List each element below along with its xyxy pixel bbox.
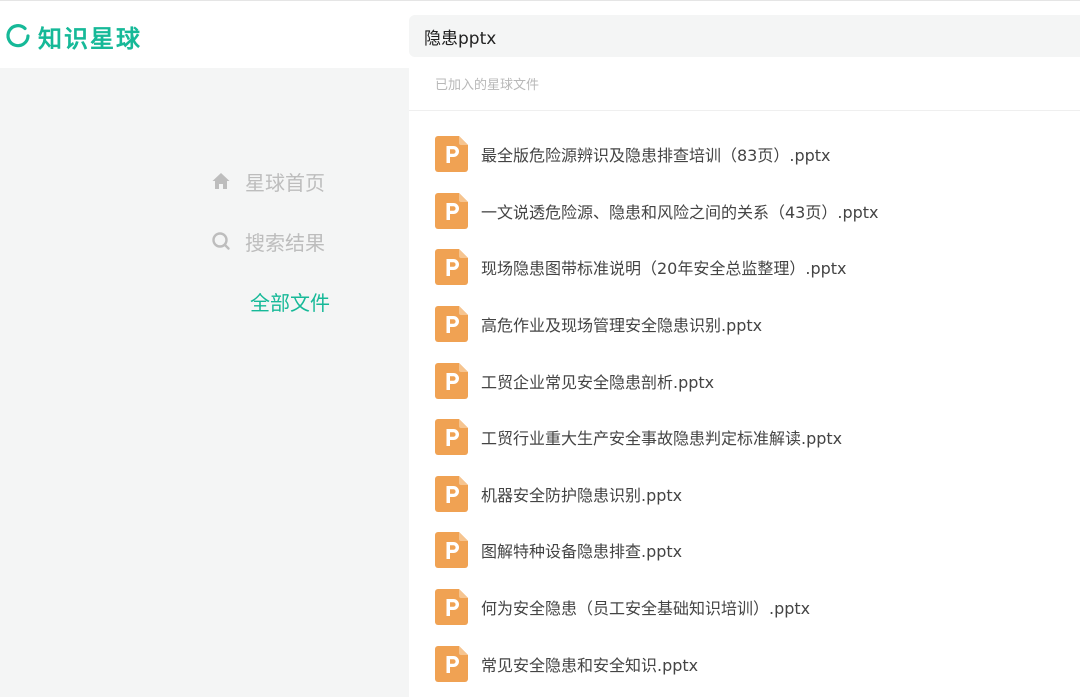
sidebar-item-search-results[interactable]: 搜索结果 bbox=[211, 226, 325, 256]
file-name: 机器安全防护隐患识别.pptx bbox=[481, 485, 683, 505]
search-icon bbox=[212, 232, 230, 250]
file-name: 工贸企业常见安全隐患剖析.pptx bbox=[481, 372, 715, 392]
pptx-file-icon bbox=[435, 419, 468, 456]
sidebar-item-home[interactable]: 星球首页 bbox=[211, 166, 325, 196]
search-query-text: 隐患pptx bbox=[424, 28, 497, 49]
pptx-file-icon bbox=[435, 249, 468, 286]
planet-ring-icon bbox=[6, 24, 30, 48]
file-list-item[interactable]: 最全版危险源辨识及隐患排查培训（83页）.pptx bbox=[409, 126, 1080, 183]
file-list-item[interactable]: 现场隐患图带标准说明（20年安全总监整理）.pptx bbox=[409, 239, 1080, 296]
file-name: 常见安全隐患和安全知识.pptx bbox=[481, 655, 699, 675]
sidebar-item-all-files[interactable]: 全部文件 bbox=[250, 286, 330, 316]
file-name: 最全版危险源辨识及隐患排查培训（83页）.pptx bbox=[481, 146, 831, 166]
file-list-item[interactable]: 机器安全防护隐患识别.pptx bbox=[409, 466, 1080, 523]
file-list-item[interactable]: 常见安全隐患和安全知识.pptx bbox=[409, 635, 1080, 692]
file-name: 工贸行业重大生产安全事故隐患判定标准解读.pptx bbox=[481, 429, 843, 449]
divider bbox=[409, 110, 1080, 111]
sidebar-item-label: 全部文件 bbox=[250, 290, 330, 315]
sidebar-item-label: 搜索结果 bbox=[245, 230, 325, 255]
file-list-item[interactable]: 何为安全隐患（员工安全基础知识培训）.pptx bbox=[409, 579, 1080, 636]
file-list: 最全版危险源辨识及隐患排查培训（83页）.pptx 一文说透危险源、隐患和风险之… bbox=[409, 126, 1080, 692]
section-label: 已加入的星球文件 bbox=[435, 78, 540, 93]
file-name: 高危作业及现场管理安全隐患识别.pptx bbox=[481, 316, 763, 336]
app-logo[interactable]: 知识星球 bbox=[4, 20, 142, 53]
file-panel: 已加入的星球文件 最全版危险源辨识及隐患排查培训（83页）.pptx 一文说透危… bbox=[409, 68, 1080, 697]
file-name: 何为安全隐患（员工安全基础知识培训）.pptx bbox=[481, 599, 811, 619]
pptx-file-icon bbox=[435, 645, 468, 682]
file-name: 现场隐患图带标准说明（20年安全总监整理）.pptx bbox=[481, 259, 847, 279]
sidebar: 星球首页 搜索结果 全部文件 bbox=[0, 68, 409, 697]
home-icon bbox=[212, 173, 230, 189]
pptx-file-icon bbox=[435, 532, 468, 569]
file-list-item[interactable]: 一文说透危险源、隐患和风险之间的关系（43页）.pptx bbox=[409, 183, 1080, 240]
file-list-item[interactable]: 工贸企业常见安全隐患剖析.pptx bbox=[409, 352, 1080, 409]
file-list-item[interactable]: 图解特种设备隐患排查.pptx bbox=[409, 522, 1080, 579]
pptx-file-icon bbox=[435, 192, 468, 229]
top-bar: 知识星球 隐患pptx bbox=[0, 0, 1080, 68]
sidebar-item-label: 星球首页 bbox=[245, 170, 325, 195]
file-name: 一文说透危险源、隐患和风险之间的关系（43页）.pptx bbox=[481, 202, 879, 222]
pptx-file-icon bbox=[435, 475, 468, 512]
pptx-file-icon bbox=[435, 589, 468, 626]
pptx-file-icon bbox=[435, 362, 468, 399]
pptx-file-icon bbox=[435, 136, 468, 173]
pptx-file-icon bbox=[435, 306, 468, 343]
search-input[interactable]: 隐患pptx bbox=[409, 15, 1080, 57]
file-list-item[interactable]: 高危作业及现场管理安全隐患识别.pptx bbox=[409, 296, 1080, 353]
logo-text: 知识星球 bbox=[38, 24, 142, 53]
file-name: 图解特种设备隐患排查.pptx bbox=[481, 542, 683, 562]
file-list-item[interactable]: 工贸行业重大生产安全事故隐患判定标准解读.pptx bbox=[409, 409, 1080, 466]
